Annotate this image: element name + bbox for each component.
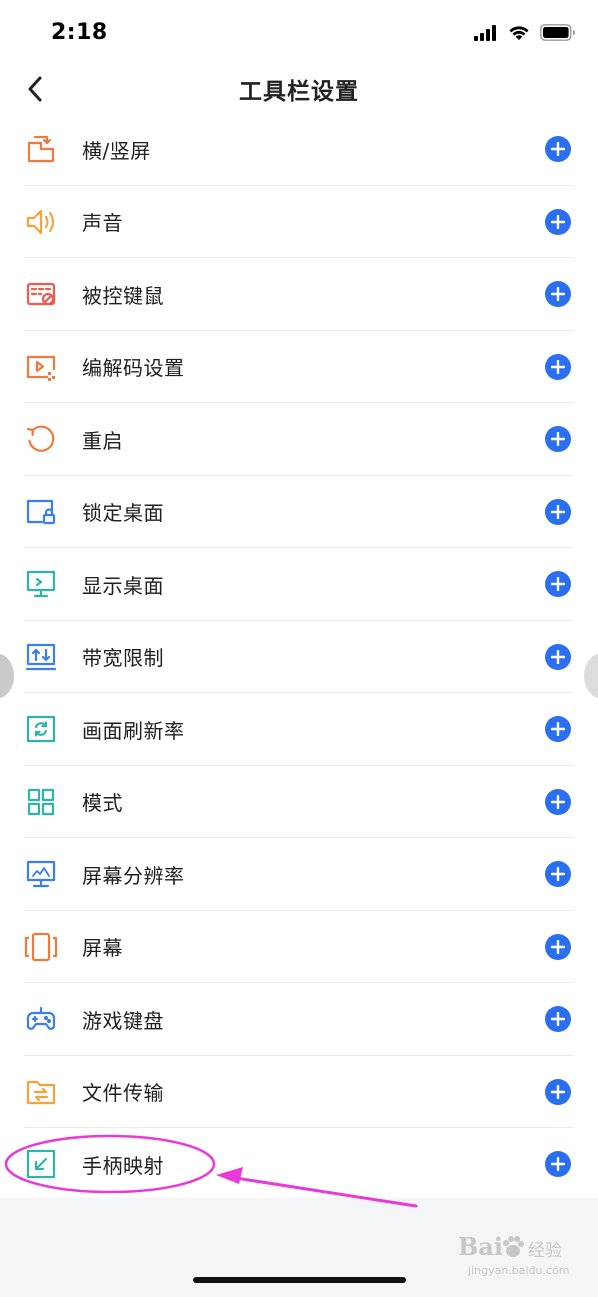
add-button[interactable] (545, 136, 571, 163)
list-item: 手柄映射 (0, 1128, 598, 1201)
plus-icon (551, 649, 565, 664)
status-icons (474, 24, 576, 41)
plus-icon (551, 214, 565, 229)
tool-label: 文件传输 (82, 1081, 164, 1106)
wifi-icon (509, 25, 529, 40)
tool-label: 锁定桌面 (82, 501, 164, 526)
list-item: 屏幕分辨率 (0, 838, 598, 911)
list-item: 被控键鼠 (0, 258, 598, 331)
lock-desktop-icon (24, 495, 58, 529)
plus-icon (551, 432, 565, 447)
add-button[interactable] (545, 861, 571, 888)
add-button[interactable] (545, 353, 571, 380)
list-item: 锁定桌面 (0, 476, 598, 549)
status-bar: 2:18 (0, 0, 598, 70)
plus-icon (551, 577, 565, 592)
refresh-rate-icon (24, 712, 58, 746)
tool-label: 显示桌面 (82, 573, 164, 598)
plus-icon (551, 287, 565, 302)
tool-label: 带宽限制 (82, 646, 164, 671)
screen-icon (24, 930, 58, 964)
list-item: 声音 (0, 186, 598, 259)
list-item: 文件传输 (0, 1056, 598, 1129)
list-item: 显示桌面 (0, 548, 598, 621)
add-button[interactable] (545, 426, 571, 453)
tool-label: 手柄映射 (82, 1153, 164, 1178)
gamepad-icon (24, 1002, 58, 1036)
tool-list: 横/竖屏 声音 被控键鼠 编解码设置 重启 锁定桌面 显示桌面 带宽限制 画面刷… (0, 113, 598, 1201)
codec-icon (24, 350, 58, 384)
tool-label: 屏幕 (82, 936, 123, 961)
add-button[interactable] (545, 716, 571, 743)
add-button[interactable] (545, 1151, 571, 1178)
grid-mode-icon (24, 785, 58, 819)
restart-icon (24, 422, 58, 456)
add-button[interactable] (545, 1078, 571, 1105)
plus-icon (551, 794, 565, 809)
list-item: 屏幕 (0, 911, 598, 984)
keyboard-disabled-icon (24, 277, 58, 311)
plus-icon (551, 142, 565, 157)
add-button[interactable] (545, 788, 571, 815)
plus-icon (551, 1012, 565, 1027)
add-button[interactable] (545, 208, 571, 235)
list-item: 重启 (0, 403, 598, 476)
tool-label: 屏幕分辨率 (82, 863, 185, 888)
plus-icon (551, 1157, 565, 1172)
tool-label: 声音 (82, 211, 123, 236)
nav-bar: 工具栏设置 (0, 62, 598, 116)
list-item: 带宽限制 (0, 621, 598, 694)
add-button[interactable] (545, 498, 571, 525)
plus-icon (551, 867, 565, 882)
add-button[interactable] (545, 571, 571, 598)
plus-icon (551, 1084, 565, 1099)
tool-label: 画面刷新率 (82, 718, 185, 743)
watermark-brand: Bai (458, 1232, 503, 1261)
battery-icon (540, 24, 575, 41)
resolution-icon (24, 857, 58, 891)
plus-icon (551, 939, 565, 954)
rotate-screen-icon (24, 132, 58, 166)
add-button[interactable] (545, 933, 571, 960)
tool-label: 横/竖屏 (82, 138, 151, 163)
tool-label: 被控键鼠 (82, 283, 164, 308)
monitor-icon (24, 567, 58, 601)
home-indicator[interactable] (193, 1277, 406, 1283)
add-button[interactable] (545, 1006, 571, 1033)
speaker-icon (24, 205, 58, 239)
add-button[interactable] (545, 643, 571, 670)
list-item: 模式 (0, 766, 598, 839)
list-item: 编解码设置 (0, 331, 598, 404)
plus-icon (551, 504, 565, 519)
page-title: 工具栏设置 (239, 79, 359, 105)
watermark-url: jingyan.baidu.com (468, 1264, 570, 1277)
plus-icon (551, 722, 565, 737)
watermark-jingyan: 经验 (528, 1241, 562, 1261)
watermark: Bai 经验 jingyan.baidu.com (454, 1228, 574, 1280)
list-item: 画面刷新率 (0, 693, 598, 766)
tool-label: 重启 (82, 428, 123, 453)
folder-transfer-icon (24, 1075, 58, 1109)
joystick-map-icon (24, 1147, 58, 1181)
list-item: 游戏键盘 (0, 983, 598, 1056)
status-time: 2:18 (51, 20, 108, 45)
paw-icon (503, 1236, 524, 1257)
add-button[interactable] (545, 281, 571, 308)
tool-label: 模式 (82, 791, 123, 816)
list-item: 横/竖屏 (0, 113, 598, 186)
tool-label: 游戏键盘 (82, 1008, 164, 1033)
tool-label: 编解码设置 (82, 356, 185, 381)
bandwidth-icon (24, 640, 58, 674)
plus-icon (551, 359, 565, 374)
cellular-signal-icon (474, 24, 496, 41)
